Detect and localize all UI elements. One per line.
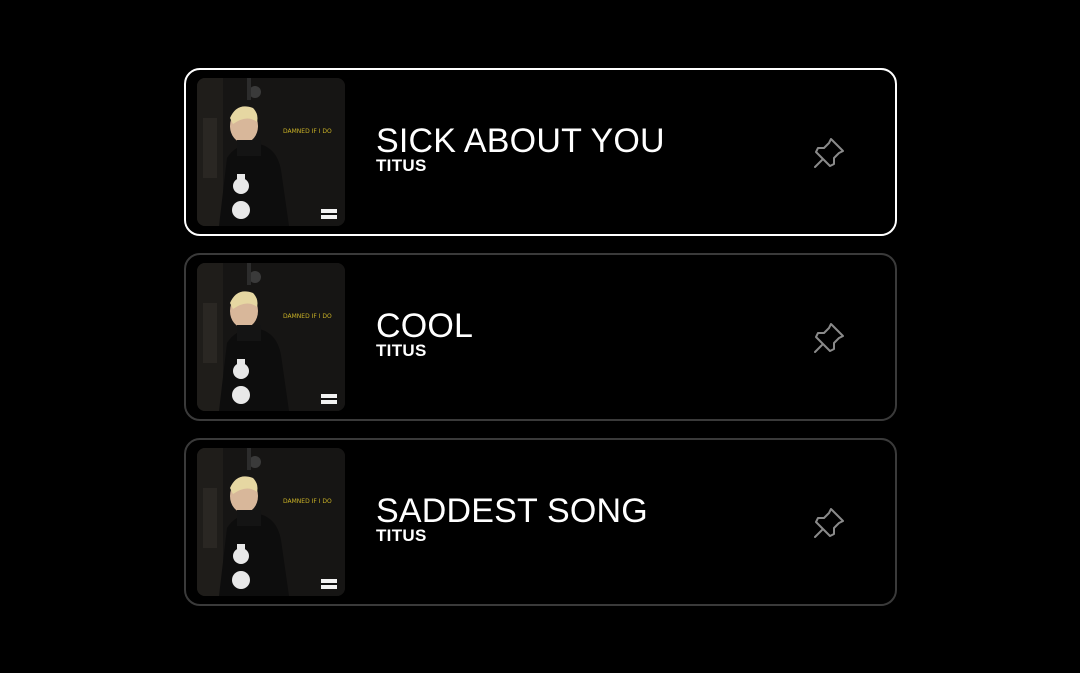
track-list: DAMNED IF I DO SICK ABOUT YOU TITUS DAMN… [184,68,897,623]
album-cover-image: DAMNED IF I DO [197,78,345,226]
cover-text: DAMNED IF I DO [283,498,332,505]
pin-icon[interactable] [812,506,846,540]
album-cover-image: DAMNED IF I DO [197,263,345,411]
track-meta: SADDEST SONG TITUS [376,491,648,546]
track-card-cool[interactable]: DAMNED IF I DO COOL TITUS [184,253,897,421]
album-cover: DAMNED IF I DO [197,448,345,596]
cover-text: DAMNED IF I DO [283,128,332,135]
album-cover: DAMNED IF I DO [197,78,345,226]
track-title: COOL [376,307,474,345]
track-meta: COOL TITUS [376,306,473,361]
album-cover-image: DAMNED IF I DO [197,448,345,596]
track-meta: SICK ABOUT YOU TITUS [376,121,665,176]
pin-icon[interactable] [812,321,846,355]
track-card-saddest-song[interactable]: DAMNED IF I DO SADDEST SONG TITUS [184,438,897,606]
track-title: SADDEST SONG [376,492,648,530]
pin-icon-glyph [814,138,844,168]
track-title: SICK ABOUT YOU [376,122,665,160]
pin-icon-glyph [814,323,844,353]
track-card-sick-about-you[interactable]: DAMNED IF I DO SICK ABOUT YOU TITUS [184,68,897,236]
album-cover: DAMNED IF I DO [197,263,345,411]
pin-icon[interactable] [812,136,846,170]
pin-icon-glyph [814,508,844,538]
cover-text: DAMNED IF I DO [283,313,332,320]
